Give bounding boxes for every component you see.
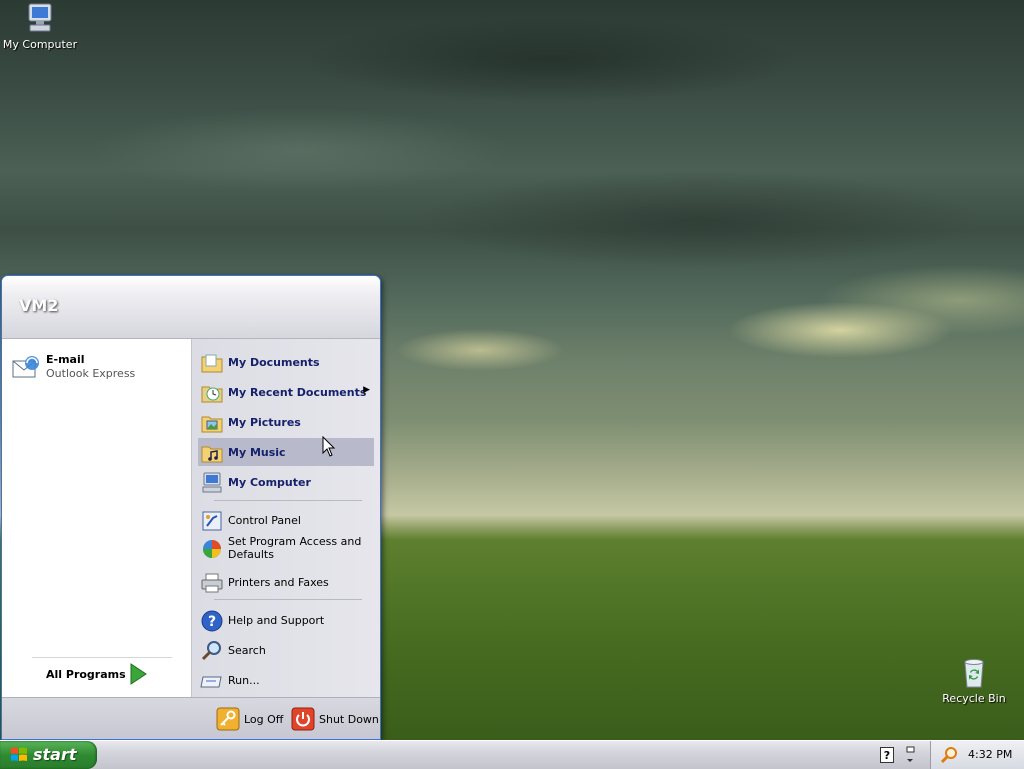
menu-item-help-support[interactable]: ? Help and Support xyxy=(198,606,374,634)
pinned-item-subtitle: Outlook Express xyxy=(46,367,136,380)
menu-item-my-documents[interactable]: My Documents xyxy=(198,348,374,376)
start-menu-footer: Log Off Shut Down xyxy=(2,697,380,739)
menu-item-label: Printers and Faxes xyxy=(228,576,329,589)
menu-item-label: My Music xyxy=(228,446,286,459)
menu-separator xyxy=(214,599,362,600)
menu-item-label: Run... xyxy=(228,674,260,687)
svg-text:?: ? xyxy=(208,614,216,630)
menu-item-label: Control Panel xyxy=(228,514,301,527)
search-icon xyxy=(200,639,224,663)
shut-down-button[interactable]: Shut Down xyxy=(291,707,379,733)
menu-separator xyxy=(214,500,362,501)
menu-item-run[interactable]: Run... xyxy=(198,666,374,694)
shut-down-label: Shut Down xyxy=(319,713,379,726)
menu-item-search[interactable]: Search xyxy=(198,636,374,664)
network-tray-icon[interactable] xyxy=(903,745,917,768)
taskbar: start ? 4:32 PM xyxy=(0,740,1024,769)
my-computer-icon xyxy=(23,2,57,36)
outlook-express-icon xyxy=(10,352,42,384)
recent-documents-icon xyxy=(200,381,224,405)
help-tray-icon[interactable]: ? xyxy=(880,747,894,766)
search-tray-icon[interactable] xyxy=(940,746,959,767)
menu-item-printers-faxes[interactable]: Printers and Faxes xyxy=(198,568,374,596)
system-tray: 4:32 PM xyxy=(930,741,1024,769)
mouse-cursor-icon xyxy=(322,435,336,458)
folder-documents-icon xyxy=(200,351,224,375)
help-icon: ? xyxy=(200,609,224,633)
desktop-icon-recycle-bin[interactable]: Recycle Bin xyxy=(934,656,1014,705)
menu-item-label: Set Program Access and Defaults xyxy=(228,535,362,561)
desktop-icon-label: My Computer xyxy=(2,38,78,51)
menu-item-my-music[interactable]: My Music xyxy=(198,438,374,466)
desktop-icon-my-computer[interactable]: My Computer xyxy=(0,2,80,51)
start-menu-right-pane: My Documents My Recent Documents ▶ My Pi… xyxy=(191,339,380,697)
pinned-item-title: E-mail xyxy=(46,353,85,366)
my-computer-icon xyxy=(200,471,224,495)
menu-item-label: My Documents xyxy=(228,356,320,369)
start-menu-left-pane: E-mail Outlook Express All Programs xyxy=(2,339,191,697)
control-panel-icon xyxy=(200,509,224,533)
log-off-button[interactable]: Log Off xyxy=(216,707,286,733)
clock[interactable]: 4:32 PM xyxy=(968,748,1012,761)
menu-item-program-access-defaults[interactable]: Set Program Access and Defaults xyxy=(198,534,374,562)
all-programs-button[interactable]: All Programs xyxy=(32,657,172,688)
menu-item-my-computer[interactable]: My Computer xyxy=(198,468,374,496)
desktop-icon-label: Recycle Bin xyxy=(942,692,1006,705)
svg-text:?: ? xyxy=(884,749,890,762)
menu-item-control-panel[interactable]: Control Panel xyxy=(198,506,374,534)
menu-item-my-recent-documents[interactable]: My Recent Documents ▶ xyxy=(198,378,374,406)
start-menu: VM2 E-mail Outlook Express All Programs xyxy=(1,275,381,740)
program-defaults-icon xyxy=(200,537,224,561)
folder-music-icon xyxy=(200,441,224,465)
start-label: start xyxy=(33,745,77,764)
all-programs-label: All Programs xyxy=(46,668,126,681)
menu-item-label: Help and Support xyxy=(228,614,325,627)
pinned-item-email[interactable]: E-mail Outlook Express xyxy=(10,351,185,385)
printer-icon xyxy=(200,571,224,595)
menu-item-label: Search xyxy=(228,644,266,657)
folder-pictures-icon xyxy=(200,411,224,435)
submenu-arrow-icon: ▶ xyxy=(363,385,370,395)
start-menu-header: VM2 xyxy=(2,276,380,339)
windows-logo-icon xyxy=(10,746,28,764)
menu-item-my-pictures[interactable]: My Pictures xyxy=(198,408,374,436)
run-icon xyxy=(200,669,224,693)
menu-item-label: My Recent Documents xyxy=(228,386,367,399)
power-icon xyxy=(291,707,315,731)
menu-item-label: My Pictures xyxy=(228,416,301,429)
recycle-bin-icon xyxy=(957,656,991,690)
start-button[interactable]: start xyxy=(0,741,97,769)
green-arrow-icon xyxy=(128,663,148,688)
log-off-label: Log Off xyxy=(244,713,284,726)
key-icon xyxy=(216,707,240,731)
user-name: VM2 xyxy=(19,296,59,315)
menu-item-label: My Computer xyxy=(228,476,311,489)
